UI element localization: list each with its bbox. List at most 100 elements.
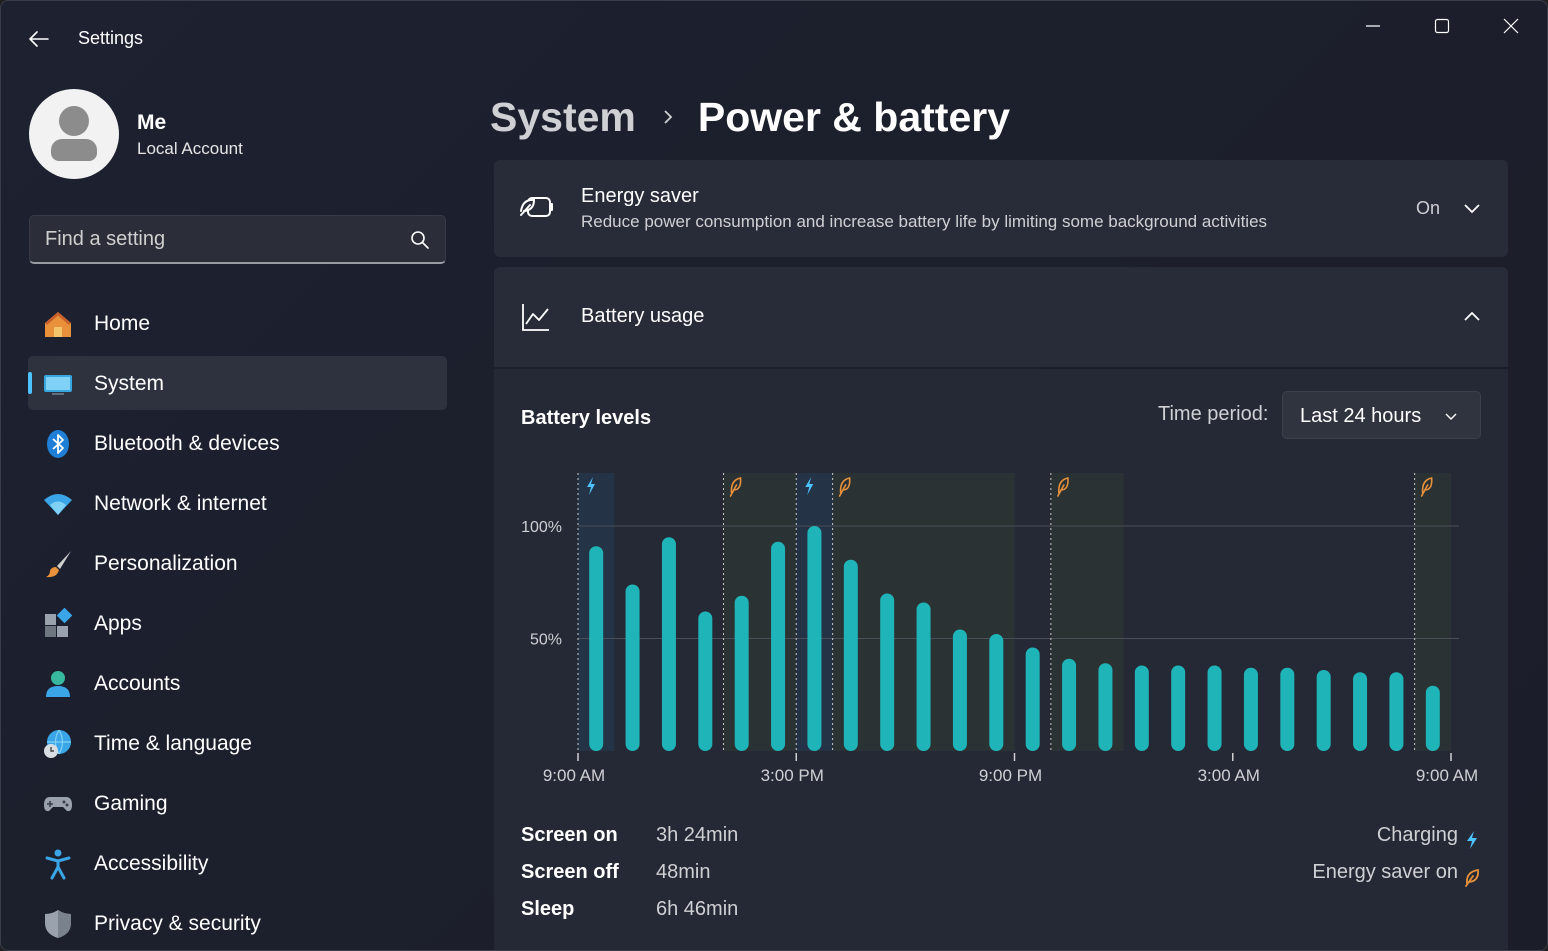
sidebar-item-label: Accessibility: [94, 852, 209, 875]
shield-icon: [42, 908, 74, 940]
battery-bar: [1316, 670, 1331, 751]
charging-bolt-icon: [1467, 831, 1477, 849]
bluetooth-icon: [42, 428, 74, 460]
search-box: [29, 215, 446, 264]
breadcrumb-parent[interactable]: System: [490, 94, 636, 141]
sidebar-item-label: Time & language: [94, 732, 252, 755]
x-tick-label: 9:00 PM: [979, 766, 1042, 785]
stat-value: 48min: [656, 861, 711, 883]
battery-levels-chart: 100% 50% 9:00 AM 3:00 PM 9:00 PM 3:00 AM 9:00 …: [521, 473, 1478, 785]
maximize-button[interactable]: [1422, 11, 1462, 41]
sidebar-item-gaming[interactable]: Gaming: [28, 776, 447, 830]
sidebar-item-time-language[interactable]: Time & language: [28, 716, 447, 770]
battery-bar: [880, 593, 895, 751]
globe-clock-icon: [42, 728, 74, 760]
sidebar-item-personalization[interactable]: Personalization: [28, 536, 447, 590]
sidebar-item-label: Bluetooth & devices: [94, 432, 280, 455]
x-tick-label: 3:00 AM: [1198, 766, 1260, 785]
battery-bar: [1134, 665, 1149, 751]
user-profile[interactable]: Me Local Account: [29, 89, 449, 181]
line-chart-icon: [522, 304, 549, 331]
sidebar-item-accounts[interactable]: Accounts: [28, 656, 447, 710]
sidebar-item-apps[interactable]: Apps: [28, 596, 447, 650]
battery-bar: [589, 546, 604, 751]
search-input[interactable]: [30, 216, 400, 262]
sidebar-item-privacy-security[interactable]: Privacy & security: [28, 896, 447, 950]
sidebar-item-bluetooth[interactable]: Bluetooth & devices: [28, 416, 447, 470]
sidebar-nav: Home System Bluetooth & devices Network …: [28, 296, 447, 950]
battery-bar: [1171, 665, 1186, 751]
battery-levels-title: Battery levels: [521, 407, 652, 429]
stat-label: Sleep: [521, 898, 575, 920]
stat-value: 6h 46min: [656, 898, 739, 920]
chevron-up-icon[interactable]: [1459, 304, 1485, 330]
apps-icon: [42, 608, 74, 640]
energy-saver-description: Reduce power consumption and increase ba…: [581, 212, 1268, 231]
sidebar-item-label: Apps: [94, 612, 142, 635]
battery-bar: [1062, 658, 1077, 751]
legend-label: Charging: [1376, 824, 1458, 846]
system-icon: [42, 368, 74, 400]
page-title: Power & battery: [697, 93, 1011, 140]
sidebar-item-accessibility[interactable]: Accessibility: [28, 836, 447, 890]
home-icon: [42, 308, 74, 340]
title-bar: Settings: [1, 1, 1547, 75]
time-period-dropdown[interactable]: Last 24 hours: [1282, 391, 1481, 439]
accounts-icon: [42, 668, 74, 700]
chart-legend: Charging Energy saver on: [1220, 824, 1480, 898]
settings-window: Settings Me Local Account Find a setting…: [0, 0, 1548, 951]
battery-bar: [771, 541, 786, 751]
battery-bar: [1025, 647, 1040, 751]
sidebar-item-label: System: [94, 372, 165, 395]
close-icon: [1503, 18, 1519, 34]
battery-bar: [1098, 663, 1113, 751]
wifi-icon: [42, 488, 74, 520]
legend-item-charging: Charging: [1220, 824, 1480, 861]
profile-account-type: Local Account: [137, 139, 243, 158]
minimize-icon: [1366, 25, 1380, 27]
sidebar-item-label: Personalization: [94, 552, 238, 575]
paintbrush-icon: [42, 548, 74, 580]
energy-saver-card[interactable]: Energy saver Reduce power consumption an…: [494, 160, 1508, 257]
back-button[interactable]: [23, 23, 55, 55]
energy-saver-band: [723, 473, 797, 751]
x-tick-label: 3:00 PM: [761, 766, 824, 785]
battery-bar: [1280, 667, 1295, 751]
sidebar-item-system[interactable]: System: [28, 356, 447, 410]
x-tick-label: 9:00 AM: [543, 766, 605, 785]
sidebar-item-home[interactable]: Home: [28, 296, 447, 350]
app-title: Settings: [78, 28, 144, 48]
close-button[interactable]: [1491, 11, 1531, 41]
battery-bar: [1353, 672, 1368, 751]
sidebar-item-label: Home: [94, 312, 151, 335]
gamepad-icon: [42, 788, 74, 820]
legend-item-energy-saver: Energy saver on: [1220, 861, 1480, 898]
battery-bar: [1243, 667, 1258, 751]
energy-saver-band: [1050, 473, 1124, 751]
battery-bar: [1389, 672, 1404, 751]
sidebar-item-label: Network & internet: [94, 492, 267, 515]
sidebar-item-network[interactable]: Network & internet: [28, 476, 447, 530]
battery-usage-title: Battery usage: [581, 305, 705, 327]
battery-usage-header[interactable]: Battery usage: [494, 267, 1508, 367]
energy-saver-state: On: [1416, 198, 1441, 218]
battery-bar: [989, 634, 1004, 751]
battery-bar: [952, 629, 967, 751]
search-icon[interactable]: [410, 230, 430, 250]
sidebar-item-label: Accounts: [94, 672, 181, 695]
back-arrow-icon: [29, 31, 49, 47]
battery-bar: [1207, 665, 1222, 751]
x-tick-label: 9:00 AM: [1416, 766, 1478, 785]
breadcrumb: System Power & battery: [490, 89, 1010, 145]
battery-bar: [661, 537, 676, 751]
y-tick-label: 50%: [530, 632, 562, 649]
chevron-down-icon[interactable]: [1459, 195, 1485, 221]
minimize-button[interactable]: [1353, 11, 1393, 41]
battery-bar: [916, 602, 931, 751]
chevron-right-icon: [664, 110, 673, 124]
sidebar-item-label: Gaming: [94, 792, 168, 815]
energy-saver-icon: [520, 197, 553, 217]
accessibility-icon: [42, 848, 74, 880]
energy-saver-leaf-icon: [1465, 868, 1479, 887]
energy-saver-title: Energy saver: [581, 185, 699, 207]
